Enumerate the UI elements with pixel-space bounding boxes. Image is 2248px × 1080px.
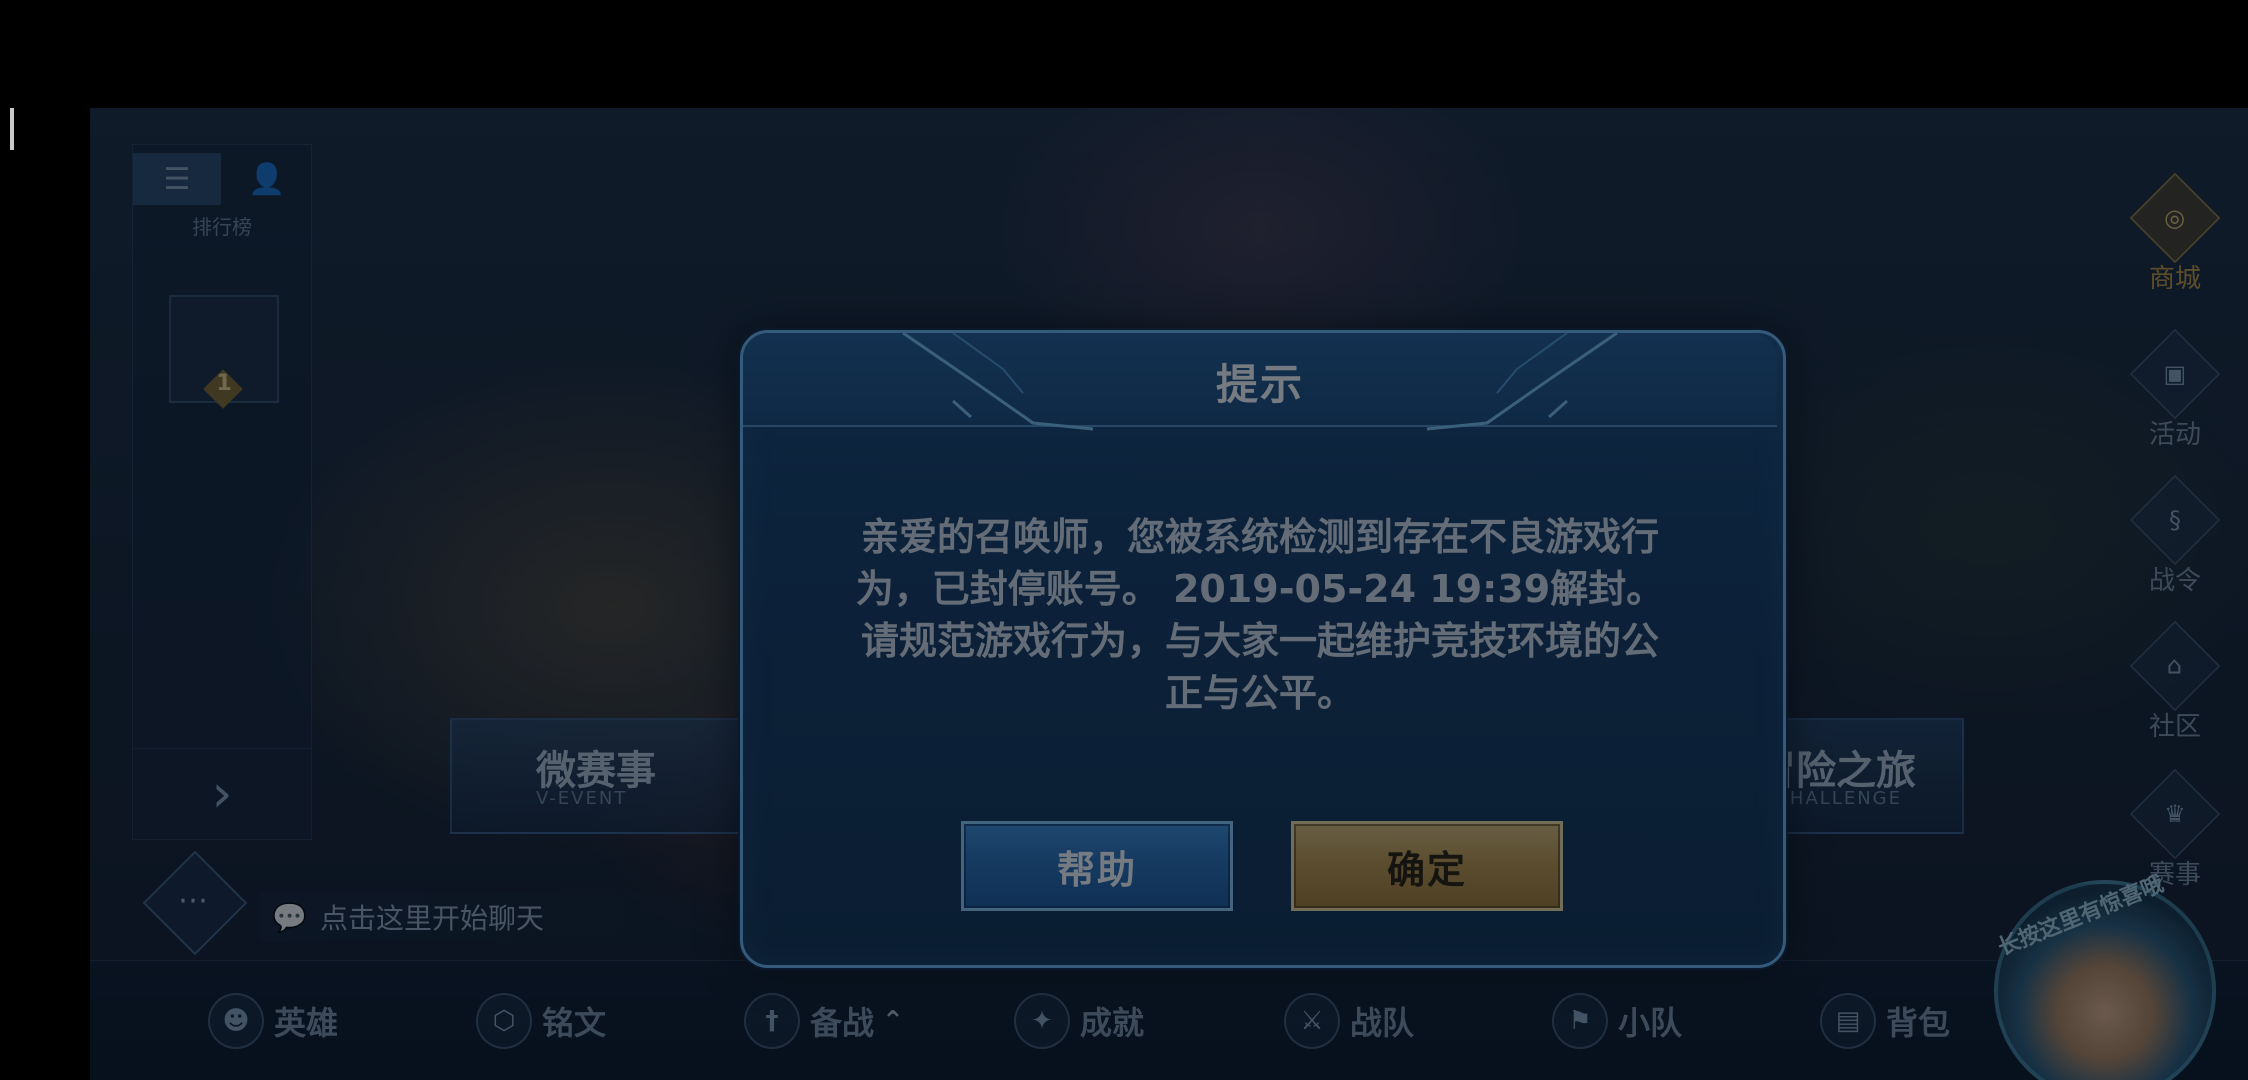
right-menu-label: 社区 [2148, 712, 2201, 742]
backpack-icon: ▤ [1820, 993, 1876, 1049]
right-menu-label: 赛事 [2148, 860, 2201, 890]
mode-banner-subtitle: V-EVENT [536, 788, 628, 809]
dialog-header [743, 333, 1777, 427]
nav-achievement[interactable]: ✦ 成就 [1014, 961, 1144, 1080]
sword-icon: † [744, 993, 800, 1049]
nav-hero[interactable]: ☻ 英雄 [208, 961, 338, 1080]
bottom-navigation: ☻ 英雄 ⬡ 铭文 † 备战 ⌃ ✦ 成就 ⚔ 战队 ⚑ 小队 ▤ 背包 [90, 960, 2248, 1080]
message-line: 为，已封停账号。 2019-05-24 19:39解封。 [855, 567, 1665, 611]
header-ornament-icon [902, 333, 1618, 431]
chat-dots-icon: ⋯ [178, 883, 208, 918]
community-icon: ⌂ [2129, 620, 2221, 712]
first-win-label: 首胜奖励 [812, 907, 917, 938]
right-menu-label: 商城 [2148, 264, 2201, 294]
chevron-up-icon: ⌃ [882, 1006, 904, 1036]
user-icon: 👤 [248, 161, 286, 197]
trophy-icon: ♛ [2129, 768, 2221, 860]
speech-bubble-icon: 💬 [272, 900, 307, 934]
dialog-title: 提示 [1215, 360, 1304, 409]
nav-prepare[interactable]: † 备战 ⌃ [744, 961, 904, 1080]
chat-channel-button[interactable] [142, 850, 248, 956]
right-menu-community[interactable]: ⌂ 社区 [2120, 620, 2230, 746]
leaderboard-panel: ☰ 👤 排行榜 1 › [132, 144, 312, 840]
nav-label: 成就 [1080, 1004, 1145, 1042]
rank-entry[interactable]: 1 [169, 295, 279, 409]
right-menu-label: 活动 [2148, 420, 2201, 450]
nav-label: 铭文 [542, 1004, 607, 1042]
chat-input-bar[interactable]: 💬 点击这里开始聊天 [260, 892, 820, 942]
dragon-icon: § [2129, 474, 2221, 566]
screen-edge-indicator [10, 108, 14, 150]
message-line: 亲爱的召唤师，您被系统检测到存在不良游戏行 [860, 515, 1659, 559]
rank-number: 1 [216, 371, 232, 396]
mode-banner-v-event[interactable]: 微赛事 V-EVENT [450, 718, 814, 834]
first-win-reward[interactable]: ◆ 首胜奖励 [750, 898, 1170, 942]
chat-placeholder: 点击这里开始聊天 [320, 902, 545, 935]
message-line: 正与公平。 [1164, 671, 1355, 715]
shop-icon: ◎ [2129, 172, 2221, 264]
right-menu-battle-pass[interactable]: § 战令 [2120, 474, 2230, 600]
friends-tab[interactable]: 👤 [223, 153, 311, 205]
ban-notice-dialog: 提示 亲爱的召唤师，您被系统检测到存在不良游戏行 为，已封停账号。 2019-0… [740, 330, 1786, 968]
avatar-hint-text: 长按这里有惊喜哦 [1994, 871, 2168, 961]
leaderboard-caption: 排行榜 [192, 215, 252, 239]
chevron-right-icon: › [211, 764, 233, 824]
message-line: 请规范游戏行为，与大家一起维护竞技环境的公 [860, 619, 1659, 663]
right-menu-activity[interactable]: ▣ 活动 [2120, 328, 2230, 454]
achievement-icon: ✦ [1014, 993, 1070, 1049]
leaderboard-icon: ☰ [163, 161, 191, 197]
team-icon: ⚔ [1284, 993, 1340, 1049]
screen: ☰ 👤 排行榜 1 › 微赛事 V-EVENT 冒险之旅 CHALLENGE ◎… [0, 0, 2248, 1080]
dialog-message: 亲爱的召唤师，您被系统检测到存在不良游戏行 为，已封停账号。 2019-05-2… [813, 511, 1707, 719]
rank-badge-icon [203, 369, 243, 409]
nav-label: 备战 [810, 1004, 875, 1042]
hero-icon: ☻ [208, 993, 264, 1049]
nav-label: 战队 [1350, 1004, 1415, 1042]
mode-banner-title: 冒险之旅 [1756, 748, 1916, 794]
right-menu-events[interactable]: ♛ 赛事 [2120, 768, 2230, 894]
confirm-button[interactable]: 确定 [1291, 821, 1563, 911]
reward-diamond-icon: ◆ [780, 905, 800, 935]
nav-inscription[interactable]: ⬡ 铭文 [476, 961, 606, 1080]
nav-team[interactable]: ⚔ 战队 [1284, 961, 1414, 1080]
assistant-avatar-button[interactable] [1994, 880, 2216, 1080]
expand-arrow-button[interactable]: › [133, 748, 311, 839]
leaderboard-tab[interactable]: ☰ [133, 153, 221, 205]
mode-banner-subtitle: CHALLENGE [1775, 788, 1902, 809]
game-lobby-background: ☰ 👤 排行榜 1 › 微赛事 V-EVENT 冒险之旅 CHALLENGE ◎… [90, 108, 2248, 1080]
nav-backpack[interactable]: ▤ 背包 [1820, 961, 1950, 1080]
nav-label: 小队 [1618, 1004, 1683, 1042]
help-button[interactable]: 帮助 [961, 821, 1233, 911]
inscription-icon: ⬡ [476, 993, 532, 1049]
right-menu-label: 战令 [2148, 566, 2201, 596]
nav-label: 背包 [1886, 1004, 1951, 1042]
chest-icon: ▣ [2129, 328, 2221, 420]
mode-banner-challenge[interactable]: 冒险之旅 CHALLENGE [1630, 718, 1964, 834]
mode-banner-title: 微赛事 [536, 748, 656, 794]
nav-squad[interactable]: ⚑ 小队 [1552, 961, 1682, 1080]
right-menu-shop[interactable]: ◎ 商城 [2120, 172, 2230, 298]
nav-label: 英雄 [274, 1004, 339, 1042]
squad-flag-icon: ⚑ [1552, 993, 1608, 1049]
